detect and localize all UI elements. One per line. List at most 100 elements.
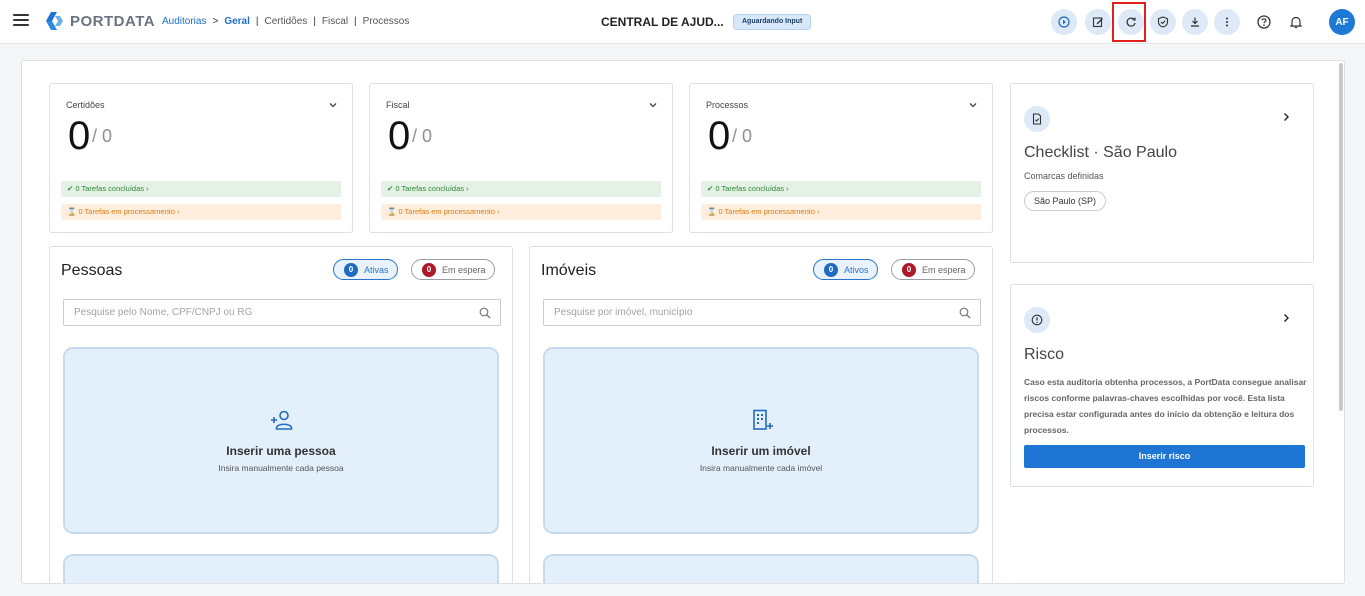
filter-ativas[interactable]: 0 Ativas xyxy=(333,259,398,280)
add-property-subtitle: Insira manualmente cada imóvel xyxy=(699,463,823,473)
breadcrumb-processos[interactable]: Processos xyxy=(363,16,410,27)
help-circle-icon xyxy=(1257,15,1271,29)
bell-icon xyxy=(1289,16,1303,29)
edit-button[interactable] xyxy=(1085,9,1111,35)
tasks-done-text: 0 Tarefas concluídas xyxy=(395,184,465,193)
hourglass-icon: ⌛ xyxy=(67,207,79,216)
pessoas-search-input[interactable] xyxy=(64,300,464,325)
breadcrumb: Auditorias > Geral | Certidões | Fiscal … xyxy=(162,16,409,27)
stat-value: 0 xyxy=(708,114,731,158)
stat-total: / 0 xyxy=(412,126,433,146)
stat-label: Processos xyxy=(706,100,749,110)
stat-label: Fiscal xyxy=(386,100,410,110)
alert-circle-icon xyxy=(1031,314,1043,326)
stat-card-processos: Processos 0 / 0 ✔ 0 Tarefas concluídas ›… xyxy=(689,83,993,233)
shield-check-icon xyxy=(1157,16,1169,28)
chevron-down-icon[interactable] xyxy=(648,100,658,110)
more-vert-icon xyxy=(1226,17,1228,27)
chevron-down-icon[interactable] xyxy=(328,100,338,110)
risk-description: Caso esta auditoria obtenha processos, a… xyxy=(1024,377,1307,435)
chevron-right-icon: › xyxy=(815,207,820,216)
comarca-tag[interactable]: São Paulo (SP) xyxy=(1024,191,1107,211)
ativas-count: 0 xyxy=(344,262,358,277)
chevron-right-icon[interactable] xyxy=(1281,112,1291,122)
ativos-count: 0 xyxy=(824,262,838,277)
download-button[interactable] xyxy=(1182,9,1208,35)
imoveis-search xyxy=(543,299,981,326)
ativos-label: Ativos xyxy=(844,264,869,275)
search-icon[interactable] xyxy=(479,307,491,319)
list-item-card[interactable] xyxy=(63,554,499,583)
tasks-done-text: 0 Tarefas concluídas xyxy=(715,184,785,193)
tasks-done-text: 0 Tarefas concluídas xyxy=(75,184,145,193)
chevron-right-icon: › xyxy=(175,207,180,216)
add-property-card[interactable]: Inserir um imóvel Insira manualmente cad… xyxy=(543,347,979,534)
hourglass-icon: ⌛ xyxy=(387,207,399,216)
risk-card: Risco Caso esta auditoria obtenha proces… xyxy=(1010,284,1314,487)
breadcrumb-auditorias[interactable]: Auditorias xyxy=(162,16,206,27)
chevron-right-icon: › xyxy=(144,184,149,193)
chevron-right-icon: › xyxy=(464,184,469,193)
breadcrumb-fiscal[interactable]: Fiscal xyxy=(322,16,348,27)
download-icon xyxy=(1191,17,1199,27)
breadcrumb-divider: | xyxy=(354,16,357,27)
add-person-card[interactable]: Inserir uma pessoa Insira manualmente ca… xyxy=(63,347,499,534)
filter-em-espera[interactable]: 0 Em espera xyxy=(891,259,975,280)
risk-icon-wrap xyxy=(1024,307,1050,333)
breadcrumb-divider: | xyxy=(255,16,259,27)
em-espera-count: 0 xyxy=(422,262,436,277)
shield-button[interactable] xyxy=(1150,9,1176,35)
insert-risk-button[interactable]: Inserir risco xyxy=(1024,445,1305,468)
tasks-processing-text: 0 Tarefas em processamento xyxy=(78,207,176,216)
scrollbar[interactable] xyxy=(1339,63,1343,411)
help-button[interactable] xyxy=(1253,11,1275,33)
more-button[interactable] xyxy=(1214,9,1240,35)
notifications-button[interactable] xyxy=(1285,11,1307,33)
stat-total: / 0 xyxy=(92,126,113,146)
logo[interactable]: PORTDATA xyxy=(44,12,155,30)
status-badge: Aguardando Input xyxy=(733,14,812,30)
pessoas-title: Pessoas xyxy=(61,262,123,279)
tasks-processing-link[interactable]: ⌛ 0 Tarefas em processamento › xyxy=(61,204,341,220)
search-icon[interactable] xyxy=(959,307,971,319)
hourglass-icon: ⌛ xyxy=(707,207,719,216)
breadcrumb-certidoes[interactable]: Certidões xyxy=(265,16,308,27)
tasks-processing-text: 0 Tarefas em processamento xyxy=(718,207,816,216)
play-button[interactable] xyxy=(1051,9,1077,35)
menu-icon[interactable] xyxy=(13,14,29,28)
add-person-subtitle: Insira manualmente cada pessoa xyxy=(218,463,344,473)
imoveis-search-input[interactable] xyxy=(544,300,944,325)
person-add-icon xyxy=(271,410,293,430)
checklist-card: Checklist · São Paulo Comarcas definidas… xyxy=(1010,83,1314,263)
stat-card-certidoes: Certidões 0 / 0 ✔ 0 Tarefas concluídas ›… xyxy=(49,83,353,233)
stat-value: 0 xyxy=(68,114,91,158)
list-item-card[interactable] xyxy=(543,554,979,583)
tasks-done-link[interactable]: ✔ 0 Tarefas concluídas › xyxy=(61,181,341,197)
stat-label: Certidões xyxy=(66,100,105,110)
filter-ativos[interactable]: 0 Ativos xyxy=(813,259,878,280)
tasks-processing-link[interactable]: ⌛ 0 Tarefas em processamento › xyxy=(701,204,981,220)
tasks-done-link[interactable]: ✔ 0 Tarefas concluídas › xyxy=(381,181,661,197)
imoveis-panel: Imóveis 0 Ativos 0 Em espera Inserir um … xyxy=(529,246,993,583)
stat-value: 0 xyxy=(388,114,411,158)
logo-text: PORTDATA xyxy=(70,12,156,30)
add-person-title: Inserir uma pessoa xyxy=(226,444,336,458)
pessoas-search xyxy=(63,299,501,326)
filter-em-espera[interactable]: 0 Em espera xyxy=(411,259,495,280)
em-espera-count: 0 xyxy=(902,262,916,277)
highlight-frame xyxy=(1112,2,1146,42)
em-espera-label: Em espera xyxy=(922,264,966,275)
tasks-processing-link[interactable]: ⌛ 0 Tarefas em processamento › xyxy=(381,204,661,220)
checklist-title: Checklist · São Paulo xyxy=(1024,144,1177,161)
ativas-label: Ativas xyxy=(364,264,389,275)
chevron-down-icon[interactable] xyxy=(968,100,978,110)
chevron-right-icon[interactable] xyxy=(1281,313,1291,323)
checklist-icon-wrap xyxy=(1024,106,1050,132)
stat-card-fiscal: Fiscal 0 / 0 ✔ 0 Tarefas concluídas › ⌛ … xyxy=(369,83,673,233)
checklist-subtitle: Comarcas definidas xyxy=(1024,171,1104,181)
play-icon xyxy=(1058,16,1070,28)
tasks-done-link[interactable]: ✔ 0 Tarefas concluídas › xyxy=(701,181,981,197)
avatar[interactable]: AF xyxy=(1329,9,1355,35)
pessoas-panel: Pessoas 0 Ativas 0 Em espera Inserir uma… xyxy=(49,246,513,583)
breadcrumb-geral[interactable]: Geral xyxy=(224,16,250,27)
